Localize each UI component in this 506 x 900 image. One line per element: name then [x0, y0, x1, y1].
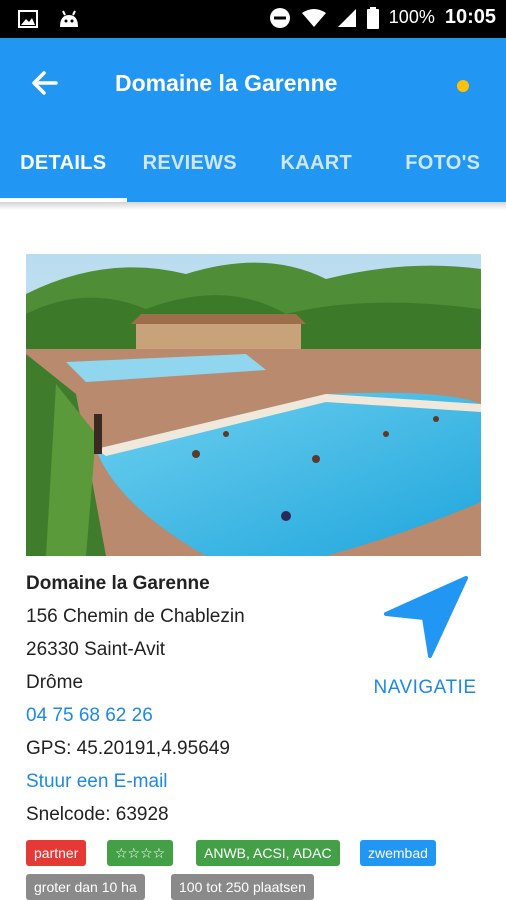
app-bar: Domaine la Garenne DETAILS REVIEWS KAART… [0, 38, 506, 202]
phone-link[interactable]: 04 75 68 62 26 [26, 704, 366, 737]
wifi-icon [301, 8, 326, 27]
badge-partner: partner [26, 840, 87, 866]
navigation-label: NAVIGATIE [373, 677, 477, 698]
image-icon [18, 10, 38, 28]
do-not-disturb-icon [269, 7, 290, 28]
status-bar: 100% 10:05 [0, 0, 506, 38]
email-link[interactable]: Stuur een E-mail [26, 770, 366, 803]
snelcode: Snelcode: 63928 [26, 804, 169, 825]
back-arrow-icon[interactable] [28, 66, 62, 100]
tab-bar: DETAILS REVIEWS KAART FOTO'S [0, 130, 506, 202]
navigation-button[interactable]: NAVIGATIE [360, 572, 490, 699]
badge-stars: ☆☆☆☆ [107, 840, 174, 866]
campsite-name: Domaine la Garenne [26, 573, 210, 594]
badge-zwembad: zwembad [360, 840, 436, 866]
cell-signal-icon [337, 8, 356, 27]
tab-fotos[interactable]: FOTO'S [380, 130, 506, 202]
badge-memberships: ANWB, ACSI, ADAC [196, 840, 340, 866]
address-region: Drôme [26, 672, 84, 693]
clock: 10:05 [444, 6, 496, 28]
tab-reviews[interactable]: REVIEWS [127, 130, 254, 202]
tab-details[interactable]: DETAILS [0, 130, 127, 202]
battery-percentage: 100% [388, 7, 435, 27]
campsite-info: Domaine la Garenne 156 Chemin de Chablez… [26, 572, 366, 836]
campsite-photo[interactable] [26, 254, 481, 556]
android-icon [60, 10, 78, 27]
address-street: 156 Chemin de Chablezin [26, 606, 245, 627]
address-city: 26330 Saint-Avit [26, 639, 166, 660]
badge-size: groter dan 10 ha [26, 874, 145, 900]
gps-coordinates: GPS: 45.20191,4.95649 [26, 738, 230, 759]
appbar-shadow [0, 202, 506, 210]
battery-icon [366, 6, 379, 29]
badge-pitches: 100 tot 250 plaatsen [171, 874, 314, 900]
status-dot-icon [457, 80, 469, 92]
tab-kaart[interactable]: KAART [253, 130, 380, 202]
navigation-arrow-icon [384, 576, 468, 658]
page-title: Domaine la Garenne [115, 70, 338, 96]
